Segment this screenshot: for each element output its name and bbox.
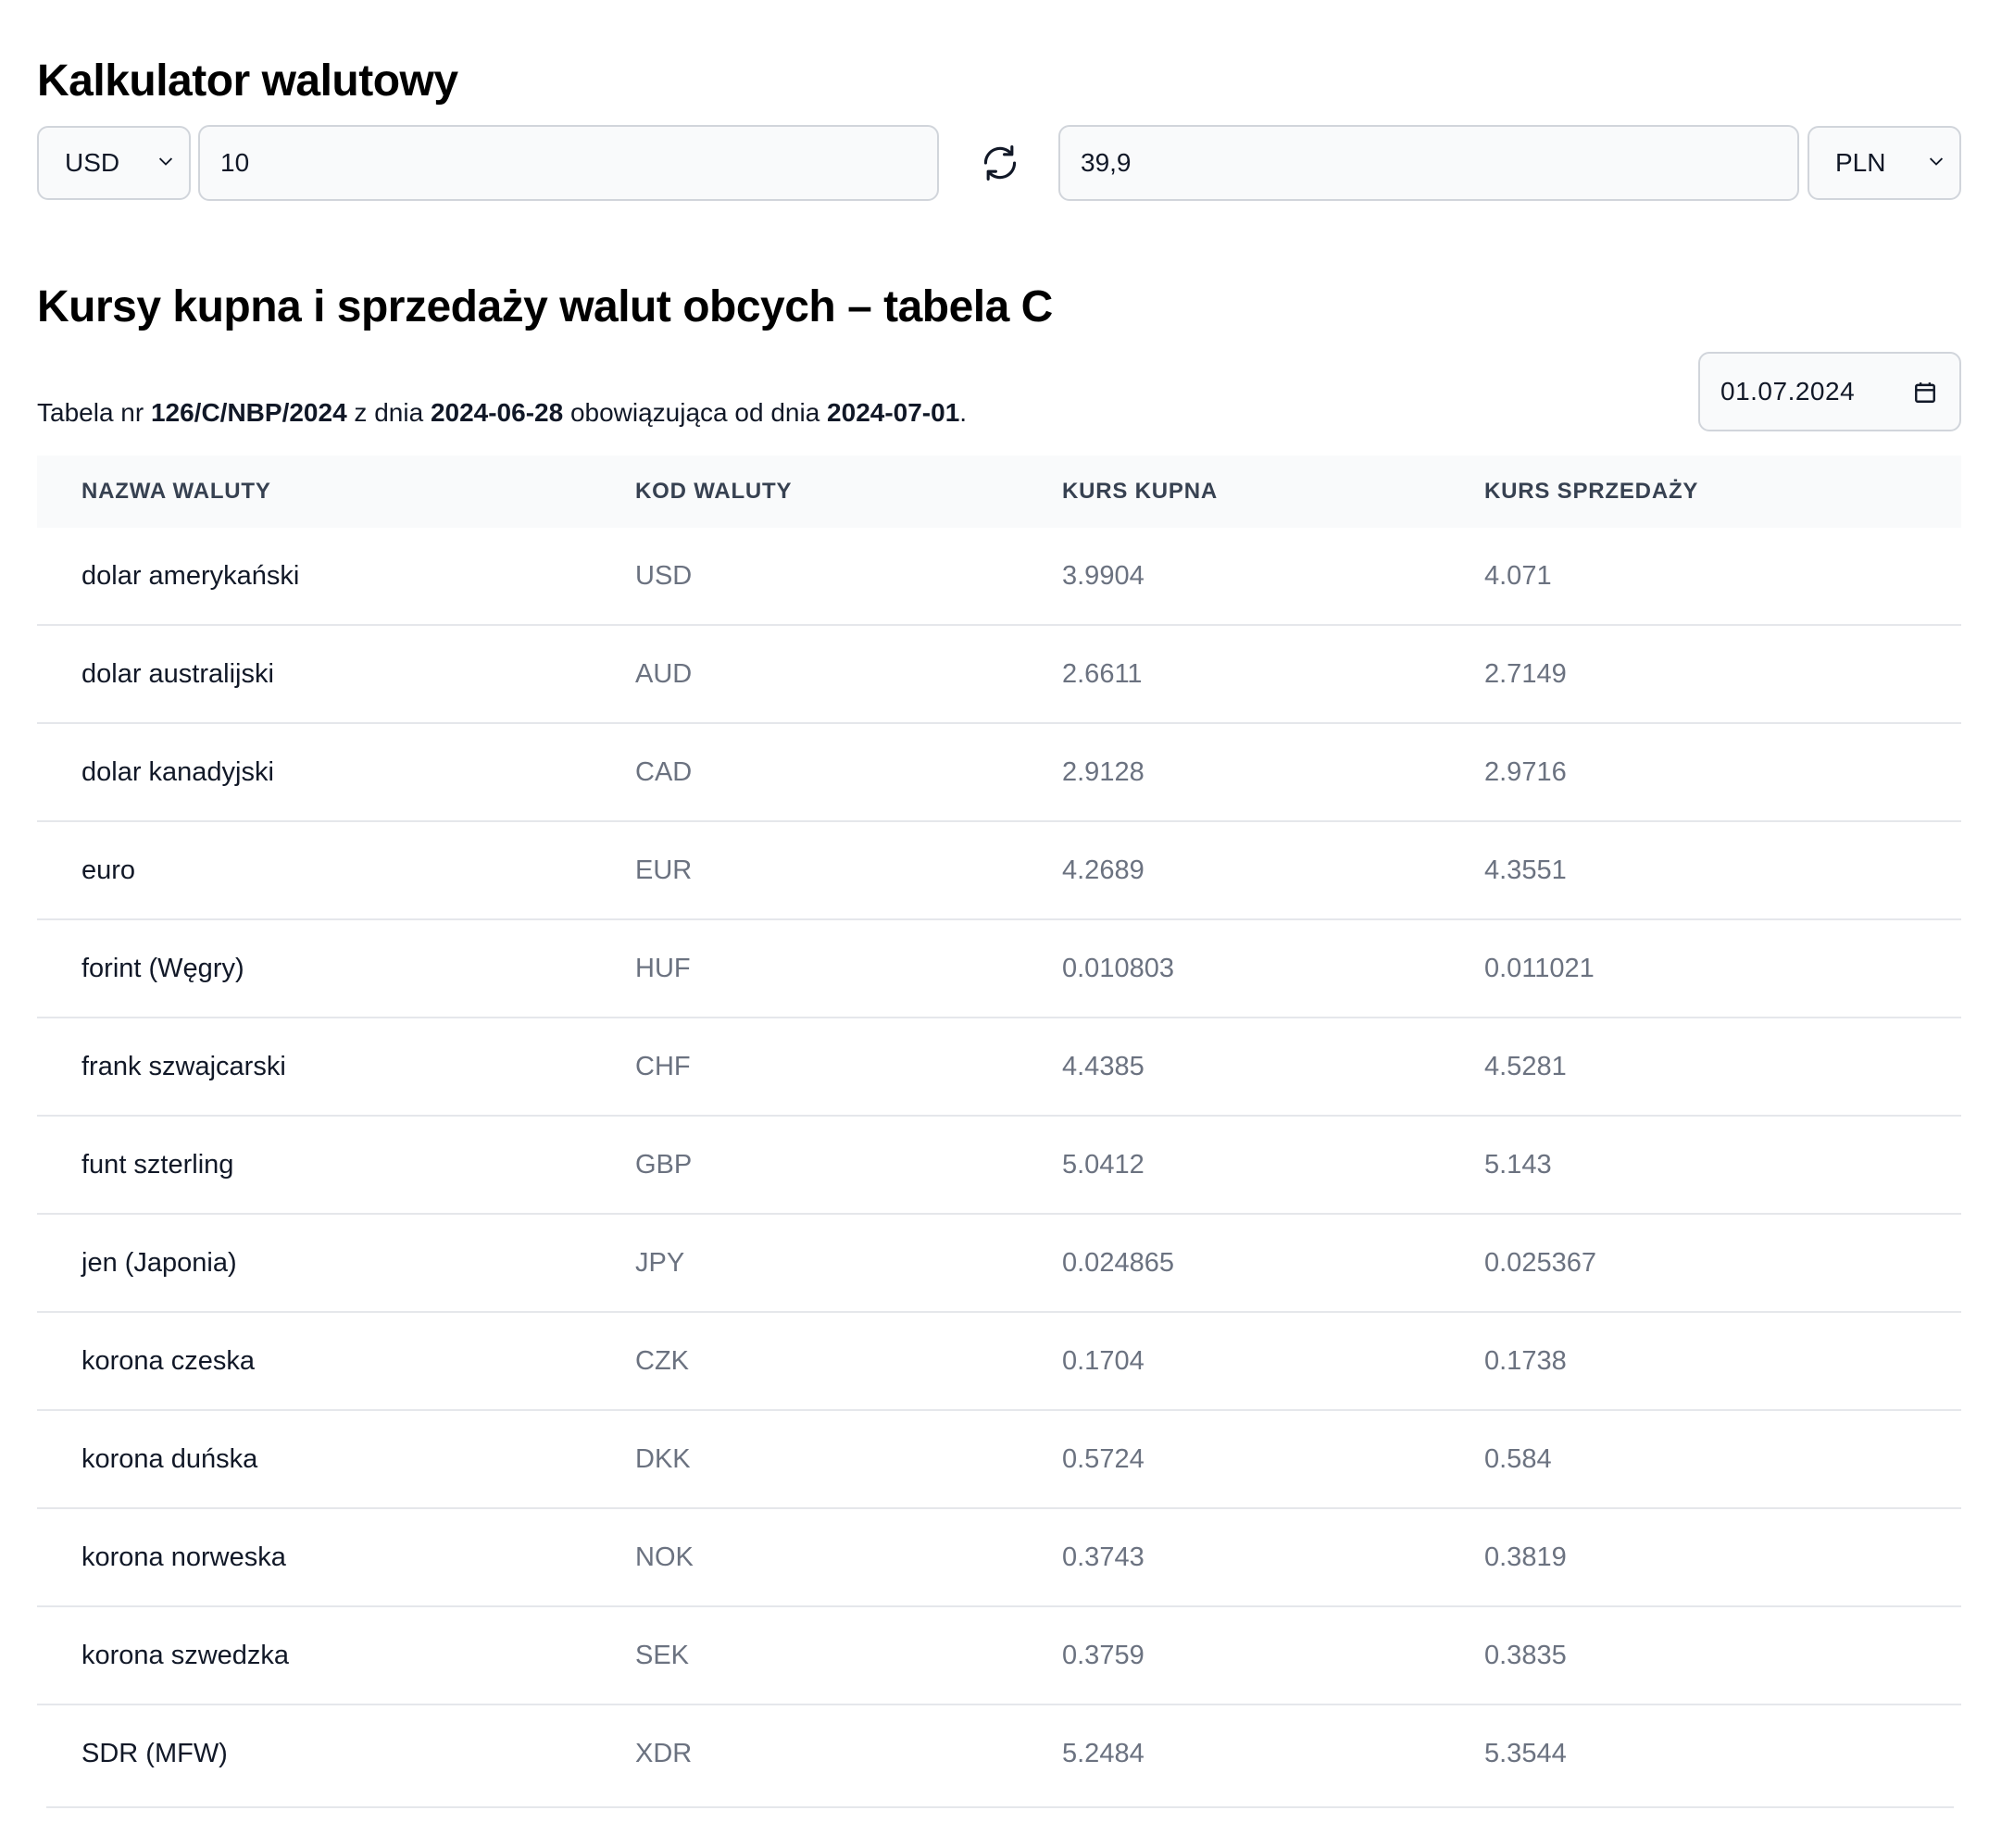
table-number: 126/C/NBP/2024 [150,398,347,427]
publication-date: 2024-06-28 [430,398,564,427]
table-bottom-divider [46,1806,1954,1808]
table-row: SDR (MFW) XDR 5.2484 5.3544 [37,1705,1961,1804]
currency-code-cell: EUR [635,855,693,885]
bid-rate-cell: 0.3759 [1062,1640,1145,1670]
table-row: dolar australijski AUD 2.6611 2.7149 [37,626,1961,724]
currency-code-cell: CHF [635,1051,691,1081]
from-currency-select[interactable]: USD [37,126,191,200]
table-row: frank szwajcarski CHF 4.4385 4.5281 [37,1018,1961,1117]
currency-code-cell: GBP [635,1149,693,1180]
currency-name-cell: korona czeska [81,1345,255,1376]
effective-date: 2024-07-01 [827,398,960,427]
table-info: Tabela nr 126/C/NBP/2024 z dnia 2024-06-… [37,398,967,428]
currency-name-cell: korona szwedzka [81,1640,290,1670]
bid-rate-cell: 0.024865 [1062,1247,1174,1278]
from-amount-input[interactable]: 10 [198,125,939,201]
currency-code-cell: XDR [635,1738,693,1768]
bid-rate-cell: 0.3743 [1062,1542,1145,1572]
from-currency-value: USD [65,148,120,177]
info-suffix: . [959,398,968,427]
swap-refresh-icon[interactable] [980,143,1020,183]
ask-rate-cell: 2.9716 [1484,756,1567,787]
ask-rate-cell: 4.5281 [1484,1051,1567,1081]
table-body: dolar amerykański USD 3.9904 4.071 dolar aus… [37,528,1961,1804]
rates-title: Kursy kupna i sprzedaży walut obcych – t… [37,282,1053,331]
table-row: forint (Węgry) HUF 0.010803 0.011021 [37,920,1961,1018]
bid-rate-cell: 5.0412 [1062,1149,1145,1180]
currency-code-cell: DKK [635,1443,691,1474]
bid-rate-cell: 3.9904 [1062,560,1145,591]
currency-code-cell: HUF [635,953,691,983]
currency-name-cell: SDR (MFW) [81,1738,228,1768]
table-row: korona szwedzka SEK 0.3759 0.3835 [37,1607,1961,1705]
table-row: korona czeska CZK 0.1704 0.1738 [37,1313,1961,1411]
ask-rate-cell: 4.3551 [1484,855,1567,885]
table-row: korona duńska DKK 0.5724 0.584 [37,1411,1961,1509]
header-bid-rate: KURS KUPNA [1062,479,1219,504]
date-value: 01.07.2024 [1720,377,1856,406]
table-row: funt szterling GBP 5.0412 5.143 [37,1117,1961,1215]
currency-code-cell: CZK [635,1345,689,1376]
currency-name-cell: korona norweska [81,1542,286,1572]
ask-rate-cell: 2.7149 [1484,658,1567,689]
to-amount-input[interactable]: 39,9 [1058,125,1799,201]
chevron-down-icon [1929,157,1944,166]
currency-code-cell: SEK [635,1640,690,1670]
currency-name-cell: dolar australijski [81,658,274,689]
currency-name-cell: frank szwajcarski [81,1051,286,1081]
ask-rate-cell: 0.011021 [1484,953,1595,983]
calculator-title: Kalkulator walutowy [37,56,458,106]
rates-table: NAZWA WALUTY KOD WALUTY KURS KUPNA KURS … [37,456,1961,1804]
table-row: dolar amerykański USD 3.9904 4.071 [37,528,1961,626]
currency-name-cell: funt szterling [81,1149,234,1180]
info-mid1: z dnia [346,398,431,427]
ask-rate-cell: 0.025367 [1484,1247,1596,1278]
bid-rate-cell: 5.2484 [1062,1738,1145,1768]
currency-name-cell: forint (Węgry) [81,953,244,983]
currency-name-cell: dolar kanadyjski [81,756,274,787]
table-header: NAZWA WALUTY KOD WALUTY KURS KUPNA KURS … [37,456,1961,528]
bid-rate-cell: 0.1704 [1062,1345,1145,1376]
currency-code-cell: CAD [635,756,693,787]
info-prefix: Tabela nr [37,398,151,427]
currency-code-cell: AUD [635,658,693,689]
ask-rate-cell: 0.1738 [1484,1345,1567,1376]
currency-code-cell: JPY [635,1247,685,1278]
bid-rate-cell: 2.6611 [1062,658,1143,689]
bid-rate-cell: 4.4385 [1062,1051,1145,1081]
currency-name-cell: jen (Japonia) [81,1247,237,1278]
date-input[interactable]: 01.07.2024 [1698,352,1961,431]
info-mid2: obowiązująca od dnia [563,398,828,427]
bid-rate-cell: 4.2689 [1062,855,1145,885]
ask-rate-cell: 5.143 [1484,1149,1552,1180]
header-currency-code: KOD WALUTY [635,479,793,504]
currency-code-cell: USD [635,560,693,591]
currency-name-cell: euro [81,855,136,885]
to-currency-value: PLN [1835,148,1886,177]
header-currency-name: NAZWA WALUTY [81,479,271,504]
currency-name-cell: korona duńska [81,1443,258,1474]
table-row: korona norweska NOK 0.3743 0.3819 [37,1509,1961,1607]
to-currency-select[interactable]: PLN [1808,126,1961,200]
currency-name-cell: dolar amerykański [81,560,300,591]
chevron-down-icon [158,157,173,166]
bid-rate-cell: 0.5724 [1062,1443,1145,1474]
ask-rate-cell: 0.3835 [1484,1640,1567,1670]
ask-rate-cell: 4.071 [1484,560,1552,591]
table-row: euro EUR 4.2689 4.3551 [37,822,1961,920]
table-row: dolar kanadyjski CAD 2.9128 2.9716 [37,724,1961,822]
bid-rate-cell: 0.010803 [1062,953,1174,983]
ask-rate-cell: 5.3544 [1484,1738,1567,1768]
header-ask-rate: KURS SPRZEDAŻY [1484,479,1699,504]
calendar-icon[interactable] [1913,381,1937,405]
ask-rate-cell: 0.3819 [1484,1542,1567,1572]
currency-code-cell: NOK [635,1542,694,1572]
table-row: jen (Japonia) JPY 0.024865 0.025367 [37,1215,1961,1313]
bid-rate-cell: 2.9128 [1062,756,1145,787]
ask-rate-cell: 0.584 [1484,1443,1552,1474]
